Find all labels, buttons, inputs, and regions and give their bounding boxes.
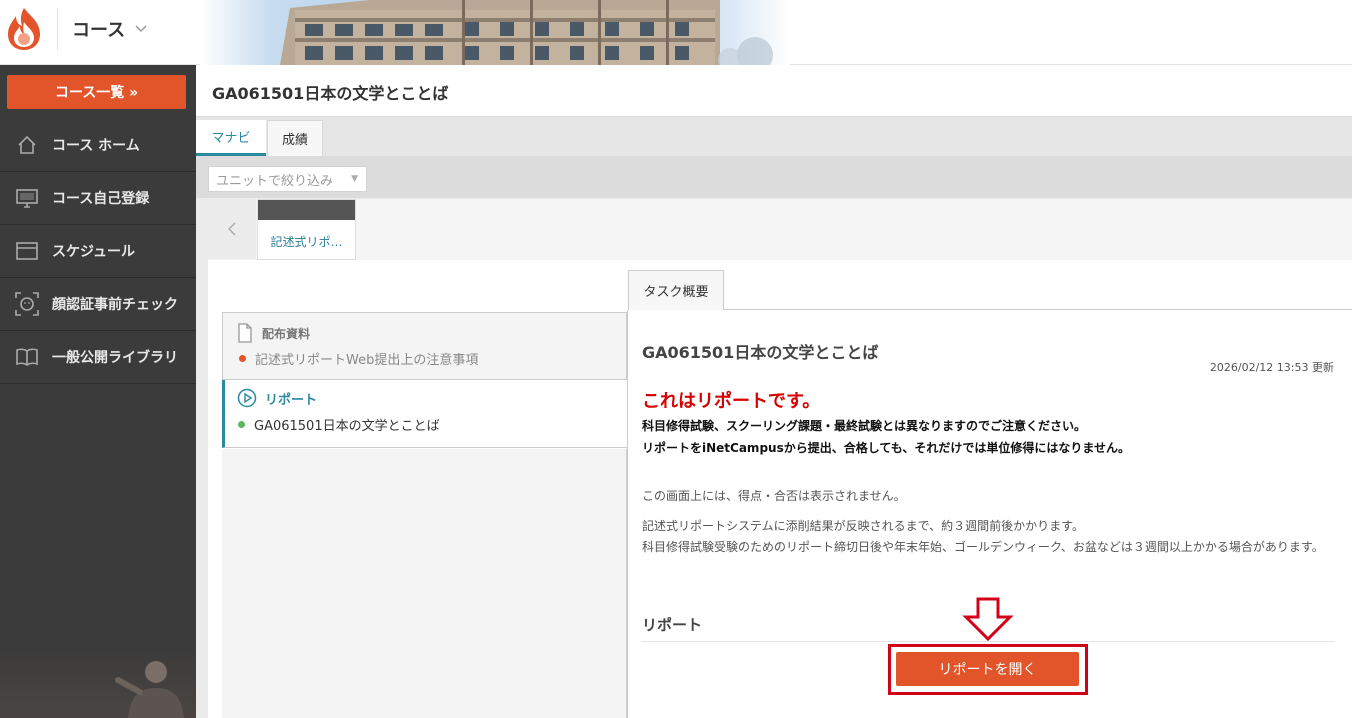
report-section[interactable]: リポート GA061501日本の文学とことば	[222, 380, 627, 448]
course-list-button[interactable]: コース一覧 »	[7, 75, 186, 109]
open-report-button[interactable]: リポートを開く	[896, 652, 1079, 686]
header-divider	[57, 8, 58, 50]
sidebar-item-label: 顔認証事前チェック	[52, 297, 178, 313]
sidebar-nav: コース ホーム コース自己登録 スケジュール 顔認証事前チェック 一般公開ライブ…	[0, 119, 196, 384]
unit-tab-cap	[258, 200, 355, 220]
calendar-icon	[14, 238, 40, 264]
sidebar-item-label: 一般公開ライブラリ	[52, 350, 178, 366]
materials-item-label: 記述式リポートWeb提出上の注意事項	[255, 353, 479, 368]
report-section-heading: リポート	[642, 616, 703, 634]
unit-panel: 配布資料 記述式リポートWeb提出上の注意事項 リポート GA061501日本の…	[208, 260, 1352, 718]
page-title-bar: GA061501日本の文学とことば	[196, 65, 1352, 117]
sidebar-item-course-home[interactable]: コース ホーム	[0, 119, 196, 172]
main-content: GA061501日本の文学とことば マナビ 成績 ユニットで絞り込み ▼ 記述式…	[196, 65, 1352, 718]
sidebar: コース一覧 » コース ホーム コース自己登録 スケジュール 顔認証事前チェック	[0, 65, 196, 718]
document-icon	[238, 323, 252, 343]
unit-tab-label: 記述式リポ…	[270, 235, 343, 249]
note-line-2: 記述式リポートシステムに添削結果が反映されるまで、約３週間前後かかります。	[642, 519, 1084, 533]
detail-tab-line	[724, 309, 1352, 310]
course-menu-dropdown[interactable]: コース	[72, 16, 147, 42]
materials-heading: 配布資料	[237, 323, 310, 343]
note-line-3: 科目修得試験受験のためのリポート締切日後や年末年始、ゴールデンウィーク、お盆など…	[642, 540, 1324, 554]
report-warning: これはリポートです。	[642, 391, 821, 412]
report-item[interactable]: GA061501日本の文学とことば	[238, 415, 440, 434]
sidebar-item-label: コース自己登録	[52, 191, 150, 207]
book-icon	[14, 344, 40, 370]
status-dot-icon	[238, 421, 245, 428]
report-item-label: GA061501日本の文学とことば	[254, 419, 440, 434]
campus-building-banner	[200, 0, 790, 65]
chevron-down-icon	[135, 22, 147, 37]
materials-section[interactable]: 配布資料 記述式リポートWeb提出上の注意事項	[222, 312, 627, 380]
materials-item[interactable]: 記述式リポートWeb提出上の注意事項	[239, 349, 478, 368]
sidebar-photo	[0, 648, 196, 718]
tab-manabi[interactable]: マナビ	[196, 120, 266, 156]
play-circle-icon	[237, 388, 257, 408]
updated-timestamp: 2026/02/12 13:53 更新	[1209, 361, 1334, 374]
status-dot-icon	[239, 355, 246, 362]
down-arrow-icon	[962, 597, 1014, 642]
unit-tab-report[interactable]: 記述式リポ…	[257, 199, 356, 260]
report-heading-label: リポート	[265, 392, 318, 408]
monitor-icon	[14, 185, 40, 211]
dropdown-arrow-icon: ▼	[351, 174, 358, 184]
report-heading: リポート	[237, 388, 317, 408]
sidebar-item-face-check[interactable]: 顔認証事前チェック	[0, 278, 196, 331]
unit-content-area: 記述式リポ… 配布資料 記述式リポートWeb提出上の注意事項 リポート GA06…	[208, 199, 1352, 718]
page-title: GA061501日本の文学とことば	[212, 84, 449, 103]
note-line-1: この画面上には、得点・合否は表示されません。	[642, 489, 906, 503]
notice-line-2: リポートをiNetCampusから提出、合格しても、それだけでは単位修得にはなり…	[642, 441, 1131, 455]
previous-unit-button[interactable]	[208, 199, 256, 259]
task-title: GA061501日本の文学とことば	[642, 343, 879, 362]
sidebar-item-label: コース ホーム	[52, 138, 140, 154]
home-icon	[14, 132, 40, 158]
notice-line-1: 科目修得試験、スクーリング課題・最終試験とは異なりますのでご注意ください。	[642, 419, 1087, 433]
chevron-left-icon	[228, 222, 236, 236]
flame-logo-icon[interactable]	[4, 6, 44, 52]
sidebar-item-label: スケジュール	[52, 244, 136, 260]
section-divider	[642, 641, 1334, 642]
filter-area: ユニットで絞り込み ▼	[196, 156, 1352, 198]
tab-grades[interactable]: 成績	[267, 120, 323, 156]
face-scan-icon	[14, 291, 40, 317]
course-menu-label: コース	[72, 20, 126, 41]
task-list-filler	[222, 449, 627, 718]
materials-heading-label: 配布資料	[262, 326, 311, 341]
unit-filter-select[interactable]: ユニットで絞り込み ▼	[208, 166, 367, 192]
unit-filter-placeholder: ユニットで絞り込み	[216, 173, 334, 189]
tabs-row: マナビ 成績	[196, 117, 1352, 156]
sidebar-item-self-enrollment[interactable]: コース自己登録	[0, 172, 196, 225]
top-header: コース	[0, 0, 1352, 65]
sidebar-item-public-library[interactable]: 一般公開ライブラリ	[0, 331, 196, 384]
sidebar-item-schedule[interactable]: スケジュール	[0, 225, 196, 278]
tab-task-overview[interactable]: タスク概要	[628, 270, 724, 310]
detail-border	[627, 310, 628, 718]
